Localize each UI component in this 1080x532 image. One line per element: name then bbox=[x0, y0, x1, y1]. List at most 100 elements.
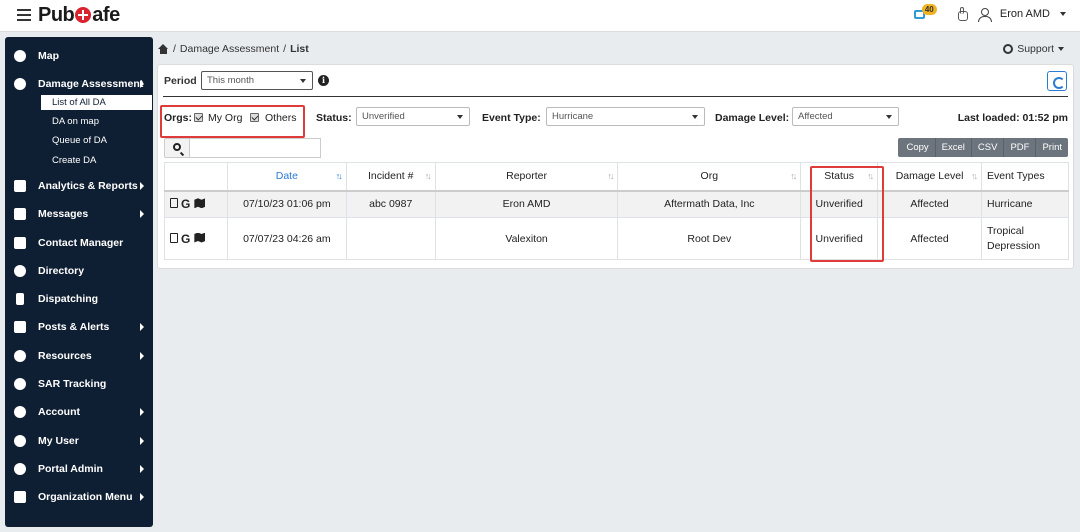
search-button[interactable] bbox=[164, 138, 190, 158]
shield-gear-icon bbox=[14, 463, 26, 475]
sort-icon: ↑↓ bbox=[424, 171, 432, 181]
others-checkbox[interactable] bbox=[250, 113, 259, 122]
chevron-down-icon bbox=[300, 79, 306, 83]
chevron-down-icon[interactable] bbox=[1060, 12, 1066, 16]
table-header-row: Date ↑↓ Incident # ↑↓ Reporter ↑↓ Org ↑↓ Sta… bbox=[164, 162, 1069, 192]
document-icon[interactable] bbox=[170, 198, 178, 209]
info-icon[interactable]: i bbox=[318, 75, 329, 86]
google-icon[interactable]: G bbox=[181, 232, 190, 246]
row-actions: G bbox=[164, 217, 228, 260]
chevron-right-icon bbox=[140, 408, 144, 416]
search-input[interactable] bbox=[190, 138, 321, 158]
sidebar-item-dispatching[interactable]: Dispatching bbox=[5, 289, 153, 309]
google-icon[interactable]: G bbox=[181, 197, 190, 211]
sidebar-item-account[interactable]: Account bbox=[5, 402, 153, 422]
globe-icon bbox=[14, 50, 26, 62]
map-icon[interactable] bbox=[194, 198, 206, 209]
chevron-down-icon bbox=[886, 115, 892, 119]
others-label[interactable]: Others bbox=[265, 112, 297, 124]
sidebar-subitem-create-da[interactable]: Create DA bbox=[41, 153, 153, 168]
copy-button[interactable]: Copy bbox=[898, 138, 936, 157]
globe-icon bbox=[14, 78, 26, 90]
sidebar-subitem-queue-of-da[interactable]: Queue of DA bbox=[41, 133, 153, 148]
notifications-icon[interactable]: 40 bbox=[913, 4, 937, 21]
sort-icon: ↑↓ bbox=[335, 171, 343, 181]
event-type-label: Event Type: bbox=[482, 112, 541, 124]
sidebar-item-directory[interactable]: Directory bbox=[5, 261, 153, 281]
hand-icon[interactable] bbox=[956, 7, 968, 21]
event-type-select[interactable]: Hurricane bbox=[546, 107, 705, 126]
user-icon bbox=[14, 435, 26, 447]
column-header-actions bbox=[164, 162, 228, 192]
sidebar-item-messages[interactable]: Messages bbox=[5, 204, 153, 224]
table-row: G 07/10/23 01:06 pm abc 0987 Eron AMD Af… bbox=[164, 190, 1069, 218]
csv-button[interactable]: CSV bbox=[971, 138, 1005, 157]
sidebar-item-my-user[interactable]: My User bbox=[5, 431, 153, 451]
address-book-icon bbox=[14, 237, 26, 249]
sidebar-subitem-da-on-map[interactable]: DA on map bbox=[41, 114, 153, 129]
print-button[interactable]: Print bbox=[1036, 138, 1068, 157]
sidebar-item-resources[interactable]: Resources bbox=[5, 346, 153, 366]
support-menu[interactable]: Support bbox=[1003, 43, 1064, 55]
user-icon[interactable] bbox=[977, 7, 992, 22]
breadcrumb-damage-assessment[interactable]: Damage Assessment bbox=[180, 43, 279, 55]
search-icon bbox=[173, 143, 181, 151]
chevron-right-icon bbox=[140, 210, 144, 218]
lifebuoy-icon bbox=[1003, 44, 1014, 54]
orgs-label: Orgs: bbox=[164, 112, 193, 124]
status-select[interactable]: Unverified bbox=[356, 107, 470, 126]
damage-level-select[interactable]: Affected bbox=[792, 107, 899, 126]
breadcrumb-list: List bbox=[290, 43, 309, 55]
column-header-event-types[interactable]: Event Types bbox=[981, 162, 1069, 192]
sidebar-item-sar-tracking[interactable]: SAR Tracking bbox=[5, 374, 153, 394]
top-bar: Pub afe 40 Eron AMD bbox=[0, 0, 1080, 32]
column-header-org[interactable]: Org ↑↓ bbox=[617, 162, 802, 192]
column-header-date[interactable]: Date ↑↓ bbox=[226, 162, 347, 192]
cell-incident bbox=[345, 217, 436, 260]
logo-text-left: Pub bbox=[38, 4, 75, 26]
user-menu-name[interactable]: Eron AMD bbox=[1000, 8, 1050, 20]
pdf-button[interactable]: PDF bbox=[1004, 138, 1037, 157]
column-header-incident[interactable]: Incident # ↑↓ bbox=[345, 162, 436, 192]
my-org-label[interactable]: My Org bbox=[208, 112, 242, 124]
sidebar-item-portal-admin[interactable]: Portal Admin bbox=[5, 459, 153, 479]
period-select[interactable]: This month bbox=[201, 71, 313, 90]
sidebar-item-damage-assessment[interactable]: Damage Assessment bbox=[5, 74, 153, 94]
home-icon[interactable] bbox=[158, 44, 169, 54]
cell-date: 07/07/23 04:26 am bbox=[226, 217, 347, 260]
users-icon bbox=[14, 265, 26, 277]
map-icon[interactable] bbox=[194, 232, 206, 243]
sidebar-item-posts-alerts[interactable]: Posts & Alerts bbox=[5, 317, 153, 337]
chevron-right-icon bbox=[140, 465, 144, 473]
my-org-checkbox[interactable] bbox=[194, 113, 203, 122]
main-panel: Period This month i Orgs: My Org Others … bbox=[157, 64, 1074, 269]
cell-org: Aftermath Data, Inc bbox=[617, 190, 802, 218]
notification-badge: 40 bbox=[921, 4, 937, 15]
row-actions: G bbox=[164, 190, 228, 218]
export-button-group: Copy Excel CSV PDF Print bbox=[898, 138, 1068, 157]
cubes-icon bbox=[14, 350, 26, 362]
cell-damage-level: Affected bbox=[877, 217, 982, 260]
cell-damage-level: Affected bbox=[877, 190, 982, 218]
sort-icon: ↑↓ bbox=[607, 171, 614, 181]
sidebar-item-organization-menu[interactable]: Organization Menu bbox=[5, 487, 153, 507]
cell-incident: abc 0987 bbox=[345, 190, 436, 218]
sidebar-item-map[interactable]: Map bbox=[5, 46, 153, 66]
sidebar-item-contact-manager[interactable]: Contact Manager bbox=[5, 233, 153, 253]
chevron-right-icon bbox=[140, 80, 144, 88]
hamburger-menu-icon[interactable] bbox=[17, 9, 31, 21]
column-header-reporter[interactable]: Reporter ↑↓ bbox=[434, 162, 619, 192]
sidebar-item-analytics-reports[interactable]: Analytics & Reports bbox=[5, 176, 153, 196]
document-icon[interactable] bbox=[170, 232, 178, 243]
cell-event-types: Tropical Depression bbox=[981, 217, 1069, 260]
sidebar-subitem-list-of-all-da[interactable]: List of All DA bbox=[41, 95, 152, 110]
period-label: Period bbox=[164, 75, 197, 87]
refresh-button[interactable] bbox=[1047, 71, 1067, 91]
table-row: G 07/07/23 04:26 am Valexiton Root Dev U… bbox=[164, 217, 1069, 260]
logo-cross-icon bbox=[75, 7, 92, 23]
column-header-damage-level[interactable]: Damage Level ↑↓ bbox=[877, 162, 982, 192]
sidebar: Map Damage Assessment List of All DA DA … bbox=[5, 37, 153, 527]
excel-button[interactable]: Excel bbox=[935, 138, 972, 157]
app-logo[interactable]: Pub afe bbox=[38, 4, 120, 27]
megaphone-icon bbox=[14, 321, 26, 333]
